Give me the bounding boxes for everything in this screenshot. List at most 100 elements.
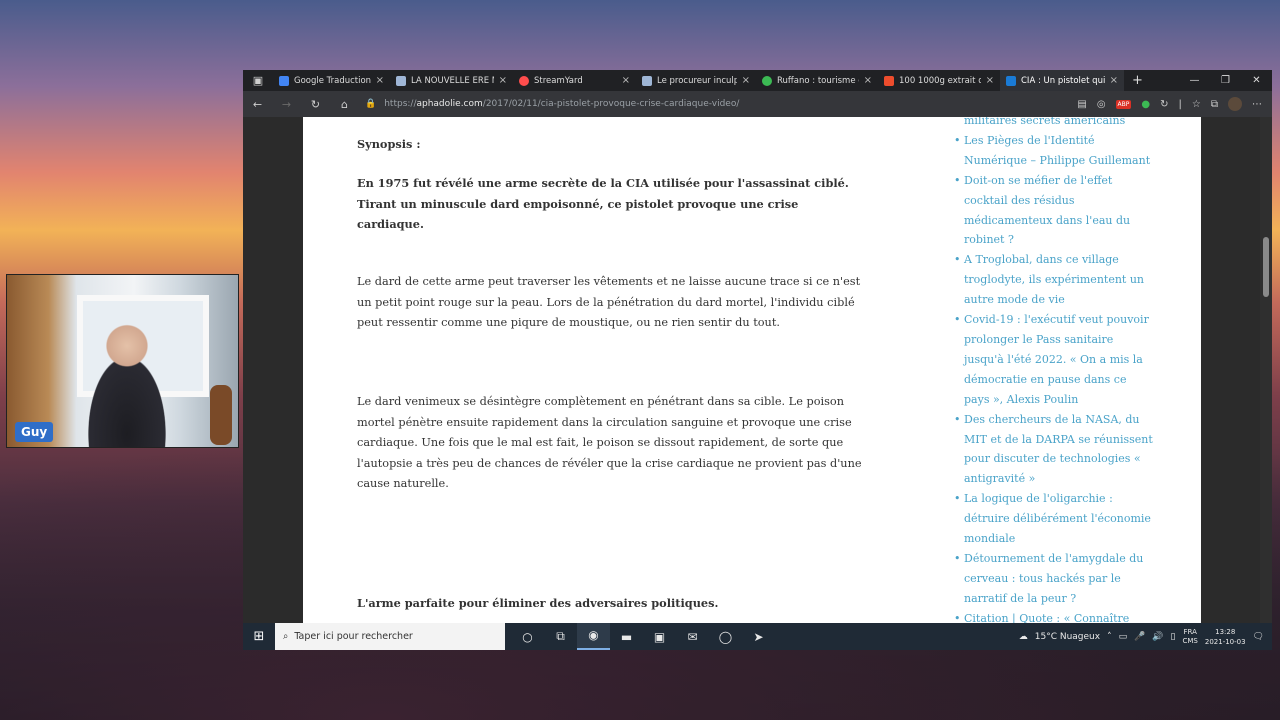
volume-icon[interactable]: 🔊 <box>1152 632 1163 642</box>
close-icon[interactable]: × <box>376 75 384 86</box>
store-icon[interactable]: ▣ <box>643 630 676 644</box>
sidebar-link[interactable]: Citation | Quote : « Connaître l'art d'i… <box>954 609 1154 623</box>
collections-icon[interactable]: ⧉ <box>1211 99 1218 110</box>
sidebar-link[interactable]: Covid-19 : l'exécutif veut pouvoir prolo… <box>954 310 1154 410</box>
scrollbar-thumb[interactable] <box>1263 237 1269 297</box>
page-scrollbar[interactable] <box>1260 117 1272 623</box>
back-icon[interactable]: ← <box>243 98 272 111</box>
search-icon: ⌕ <box>283 631 289 642</box>
keyboard-code: CMS <box>1182 636 1198 645</box>
triangle-icon <box>642 75 652 86</box>
clock[interactable]: 13:28 2021-10-03 <box>1205 627 1246 647</box>
language-indicator[interactable]: FRA CMS <box>1183 628 1198 646</box>
file-explorer-icon[interactable]: ▬ <box>610 630 643 644</box>
article-subheading: L'arme parfaite pour éliminer des advers… <box>357 596 719 610</box>
page-viewport: Synopsis : En 1975 fut révélé une arme s… <box>243 117 1272 623</box>
url-text: https://aphadolie.com/2017/02/11/cia-pis… <box>384 99 740 109</box>
tab-title: CIA : Un pistolet qui p <box>1021 75 1105 86</box>
sidebar-link[interactable]: Détournement de l'amygdale du cerveau : … <box>954 549 1154 609</box>
streamyard-icon <box>519 75 529 86</box>
web-page: Synopsis : En 1975 fut révélé une arme s… <box>303 117 1201 623</box>
more-menu-icon[interactable]: ⋯ <box>1252 99 1262 110</box>
tab-title: Ruffano : tourisme et <box>777 75 859 86</box>
close-window-icon[interactable]: ✕ <box>1241 75 1272 86</box>
close-icon[interactable]: × <box>499 75 507 86</box>
paragraph: Le dard venimeux se désintègre complètem… <box>357 395 862 491</box>
google-translate-icon <box>279 75 289 86</box>
tab-extrait[interactable]: 100 1000g extrait d'a × <box>878 70 1000 91</box>
recent-posts-sidebar: militaires secrets américains Les Pièges… <box>954 117 1154 623</box>
tab-title: Google Traduction <box>294 75 371 86</box>
ruffano-icon <box>762 75 772 86</box>
tab-procureur[interactable]: Le procureur inculpe × <box>636 70 756 91</box>
search-placeholder: Taper ici pour rechercher <box>294 631 413 642</box>
clock-time: 13:28 <box>1215 627 1236 636</box>
sidebar-link[interactable]: La logique de l'oligarchie : détruire dé… <box>954 489 1154 549</box>
close-icon[interactable]: × <box>622 75 630 86</box>
extension-toolbar: ▤ ◎ ABP ● ↻ | ☆ ⧉ ⋯ <box>1077 97 1272 111</box>
network-icon[interactable]: ▭ <box>1119 632 1128 642</box>
sidebar-link[interactable]: Les Pièges de l'Identité Numérique – Phi… <box>954 131 1154 171</box>
minimize-icon[interactable]: — <box>1179 75 1210 86</box>
telegram-icon[interactable]: ➤ <box>742 630 775 644</box>
taskbar-search[interactable]: ⌕ Taper ici pour rechercher <box>275 623 505 650</box>
tab-title: StreamYard <box>534 75 583 86</box>
restore-icon[interactable]: ❐ <box>1210 75 1241 86</box>
language-code: FRA <box>1183 627 1197 636</box>
sidebar-link[interactable]: militaires secrets américains <box>964 117 1154 131</box>
green-extension-icon[interactable]: ● <box>1141 99 1150 110</box>
tab-streamyard[interactable]: StreamYard × <box>513 70 636 91</box>
weather-text[interactable]: 15°C Nuageux <box>1035 632 1100 642</box>
tab-actions-icon[interactable]: ▣ <box>243 74 273 87</box>
tracking-icon[interactable]: ◎ <box>1097 99 1106 110</box>
lock-icon: 🔒 <box>365 99 377 109</box>
tab-title: Le procureur inculpe <box>657 75 737 86</box>
sidebar-link[interactable]: Des chercheurs de la NASA, du MIT et de … <box>954 410 1154 490</box>
synopsis-label: Synopsis : <box>357 137 421 151</box>
refresh-icon[interactable]: ↻ <box>301 98 330 111</box>
battery-icon[interactable]: ▯ <box>1171 632 1176 642</box>
close-icon[interactable]: × <box>1110 75 1118 86</box>
mail-icon[interactable]: ✉ <box>676 630 709 644</box>
webcam-name-badge: Guy <box>15 422 54 442</box>
weather-icon: ☁ <box>1018 631 1028 642</box>
system-tray: ☁ 15°C Nuageux ˄ ▭ 🎤 🔊 ▯ FRA CMS 13:28 2… <box>1019 627 1272 647</box>
tab-ruffano[interactable]: Ruffano : tourisme et × <box>756 70 878 91</box>
browser-window: ▣ Google Traduction × LA NOUVELLE ÈRE MI… <box>243 70 1272 623</box>
edge-icon[interactable]: ◉ <box>577 623 610 650</box>
tab-google-translate[interactable]: Google Traduction × <box>273 70 390 91</box>
dell-icon[interactable]: ◯ <box>709 630 742 644</box>
close-icon[interactable]: × <box>864 75 872 86</box>
microphone-icon[interactable]: 🎤 <box>1134 632 1145 642</box>
favorites-icon[interactable]: ☆ <box>1192 99 1201 110</box>
taskbar-apps: ○ ⧉ ◉ ▬ ▣ ✉ ◯ ➤ <box>511 623 775 650</box>
shop-icon <box>884 75 894 86</box>
extension-refresh-icon[interactable]: ↻ <box>1160 99 1168 110</box>
tab-bar: ▣ Google Traduction × LA NOUVELLE ÈRE MI… <box>243 70 1272 91</box>
windows-taskbar: ⊞ ⌕ Taper ici pour rechercher ○ ⧉ ◉ ▬ ▣ … <box>243 623 1272 650</box>
forward-icon[interactable]: → <box>272 98 301 111</box>
webcam-chair <box>210 385 232 445</box>
profile-avatar[interactable] <box>1228 97 1242 111</box>
tab-cia-active[interactable]: CIA : Un pistolet qui p × <box>1000 70 1124 91</box>
sidebar-link[interactable]: A Troglobal, dans ce village troglodyte,… <box>954 250 1154 310</box>
chevron-up-icon[interactable]: ˄ <box>1107 632 1112 642</box>
url-field[interactable]: 🔒 https://aphadolie.com/2017/02/11/cia-p… <box>365 94 985 114</box>
task-view-icon[interactable]: ⧉ <box>544 629 577 644</box>
windows-start-icon[interactable]: ⊞ <box>243 629 275 644</box>
address-bar: ← → ↻ ⌂ 🔒 https://aphadolie.com/2017/02/… <box>243 91 1272 117</box>
reader-view-icon[interactable]: ▤ <box>1077 99 1086 110</box>
close-icon[interactable]: × <box>742 75 750 86</box>
close-icon[interactable]: × <box>986 75 994 86</box>
notification-icon[interactable]: 🗨 <box>1253 632 1264 642</box>
webcam-person <box>67 315 187 447</box>
new-tab-icon[interactable]: + <box>1124 73 1151 88</box>
triangle-icon <box>396 75 406 86</box>
separator-icon: | <box>1178 98 1182 110</box>
tab-nouvelle-ere[interactable]: LA NOUVELLE ÈRE MI × <box>390 70 513 91</box>
sidebar-link[interactable]: Doit-on se méfier de l'effet cocktail de… <box>954 171 1154 251</box>
cortana-icon[interactable]: ○ <box>511 630 544 644</box>
adblock-extension-icon[interactable]: ABP <box>1115 99 1132 109</box>
paragraph: Le dard de cette arme peut traverser les… <box>357 275 861 330</box>
home-icon[interactable]: ⌂ <box>330 98 359 111</box>
